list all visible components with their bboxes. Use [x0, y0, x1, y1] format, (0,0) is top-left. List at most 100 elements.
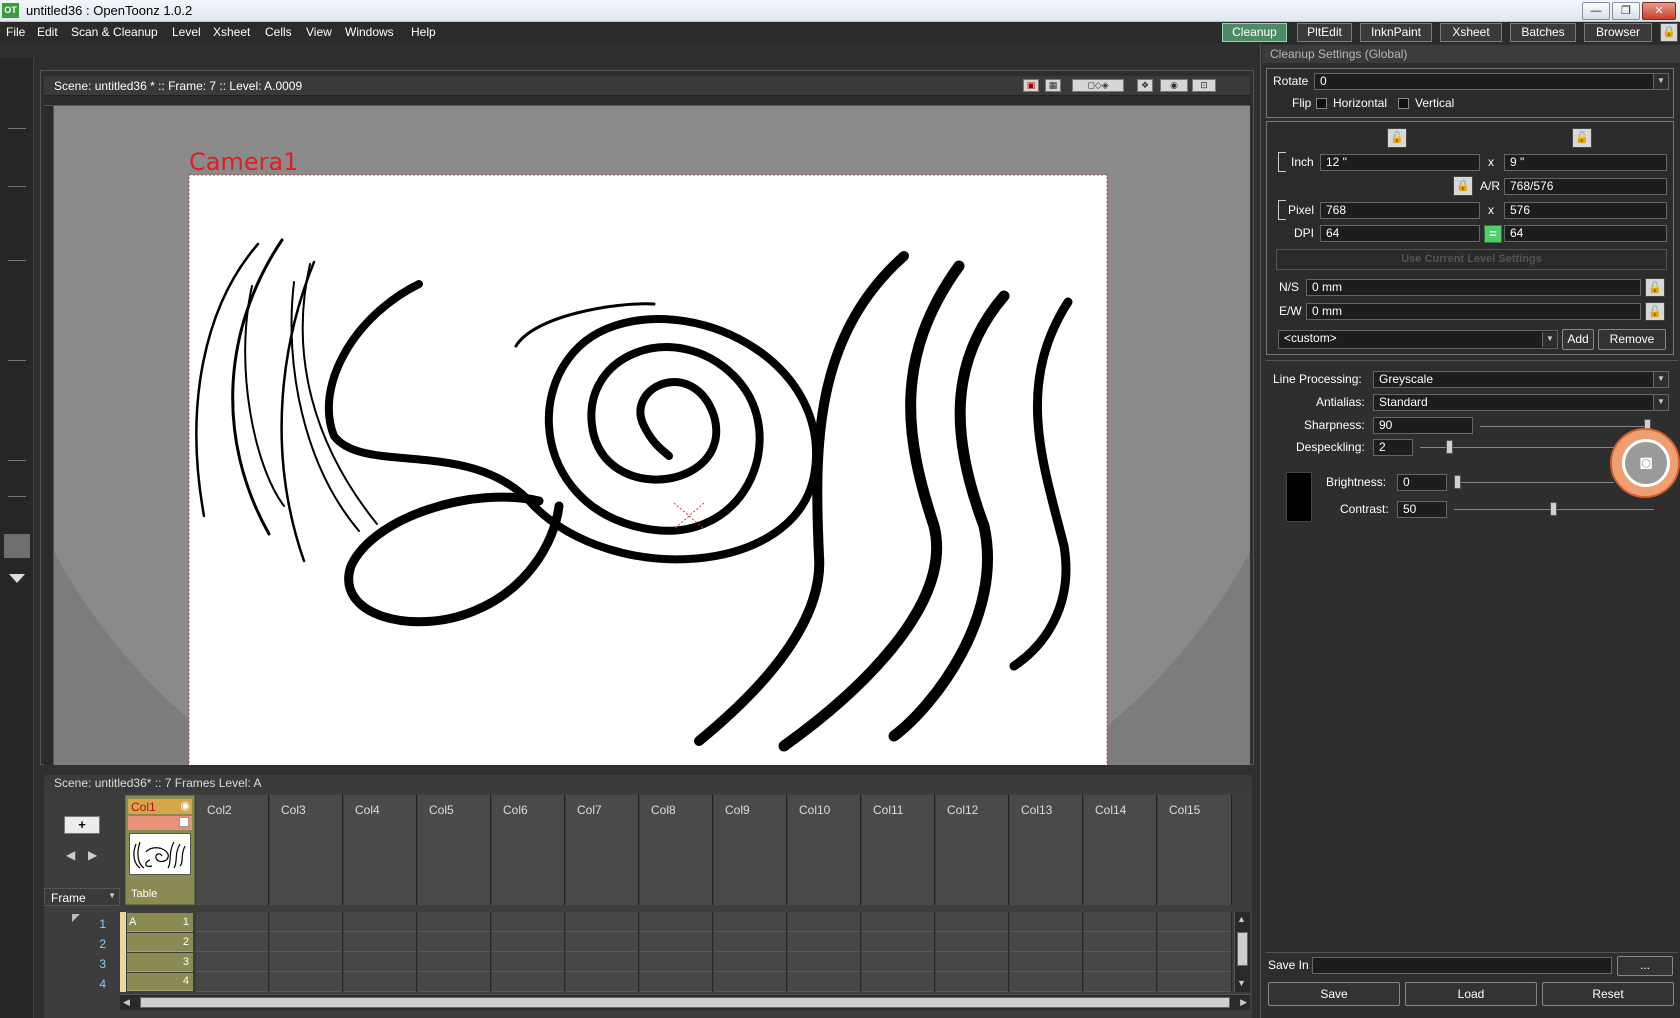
save-button[interactable]: Save — [1268, 982, 1400, 1006]
xsheet-column-cells[interactable] — [196, 912, 269, 992]
pixel-width-field[interactable]: 768 — [1320, 202, 1480, 219]
lock-icon[interactable]: 🔓 — [1645, 278, 1665, 297]
sub-camera-icon[interactable]: ⊡ — [1192, 79, 1216, 92]
dpi-y-field[interactable]: 64 — [1504, 225, 1667, 242]
inch-height-field[interactable]: 9 " — [1504, 154, 1667, 171]
column-header-col5[interactable]: Col5 — [418, 795, 491, 905]
camera-view-icon[interactable]: ◻◇◈ — [1072, 79, 1124, 92]
dpi-x-field[interactable]: 64 — [1320, 225, 1480, 242]
xsheet-cell[interactable]: 2 — [127, 933, 193, 952]
menu-scan-cleanup[interactable]: Scan & Cleanup — [71, 25, 158, 39]
add-preset-button[interactable]: Add — [1562, 329, 1594, 350]
xsheet-horizontal-scrollbar[interactable]: ◀ ▶ — [120, 994, 1250, 1010]
field-guide-icon[interactable]: ▦ — [1045, 79, 1061, 92]
use-current-level-settings-button[interactable]: Use Current Level Settings — [1276, 249, 1667, 270]
column-header-col6[interactable]: Col6 — [492, 795, 565, 905]
room-tab-xsheet[interactable]: Xsheet — [1440, 23, 1502, 42]
preview-eye-icon[interactable]: ◉ — [180, 799, 190, 812]
room-tab-pltedit[interactable]: PltEdit — [1297, 23, 1352, 42]
xsheet-cell[interactable]: A1 — [127, 913, 193, 932]
despeckling-field[interactable]: 2 — [1373, 439, 1413, 456]
scroll-left-icon[interactable]: ◀ — [123, 997, 130, 1008]
brightness-slider-handle[interactable] — [1454, 475, 1461, 489]
brightness-slider-track[interactable] — [1454, 482, 1614, 483]
lock-icon[interactable]: 🔒 — [1453, 176, 1473, 196]
scroll-thumb[interactable] — [1237, 932, 1248, 966]
scroll-thumb[interactable] — [140, 997, 1230, 1008]
xsheet-column-cells[interactable] — [862, 912, 935, 992]
preview-eye-icon[interactable]: ◉ — [1160, 79, 1188, 92]
column-header-col11[interactable]: Col11 — [862, 795, 935, 905]
room-tab-browser[interactable]: Browser — [1584, 23, 1652, 42]
xsheet-column-cells[interactable] — [936, 912, 1009, 992]
antialias-select[interactable]: Standard ▼ — [1373, 394, 1669, 411]
column-header-col13[interactable]: Col13 — [1010, 795, 1083, 905]
new-column-button[interactable]: + — [64, 816, 100, 834]
row-number[interactable]: 2 — [86, 937, 106, 951]
despeckling-slider-handle[interactable] — [1446, 440, 1453, 454]
xsheet-column-cells[interactable] — [270, 912, 343, 992]
room-lock-icon[interactable]: 🔒 — [1660, 23, 1678, 42]
camstand-toggle[interactable] — [128, 816, 192, 830]
ew-offset-field[interactable]: 0 mm — [1306, 303, 1641, 320]
column-header-col1[interactable]: Col1 ◉ Table — [125, 795, 195, 905]
column-header-col2[interactable]: Col2 — [196, 795, 269, 905]
rotate-select[interactable]: 0 ▼ — [1314, 73, 1669, 90]
menu-xsheet[interactable]: Xsheet — [213, 25, 250, 39]
transparency-check-icon[interactable]: ❖ — [1137, 79, 1153, 92]
next-arrow-icon[interactable]: ▶ — [88, 848, 97, 862]
tool-button[interactable] — [4, 534, 30, 558]
safe-area-icon[interactable]: ▣ — [1023, 79, 1039, 92]
contrast-field[interactable]: 50 — [1397, 501, 1447, 518]
lock-icon[interactable]: 🔓 — [1387, 128, 1407, 148]
menu-help[interactable]: Help — [411, 25, 436, 39]
lock-icon[interactable]: 🔓 — [1645, 302, 1665, 321]
room-tab-cleanup[interactable]: Cleanup — [1222, 23, 1287, 42]
row-number[interactable]: 1 — [86, 917, 106, 931]
xsheet-column-cells[interactable] — [344, 912, 417, 992]
brightness-field[interactable]: 0 — [1397, 474, 1447, 491]
scroll-down-icon[interactable]: ▼ — [1237, 978, 1246, 988]
maximize-button[interactable]: ❐ — [1612, 2, 1640, 20]
cell-drag-bar[interactable] — [120, 912, 126, 992]
chevron-down-icon[interactable] — [9, 574, 25, 583]
remove-preset-button[interactable]: Remove — [1598, 329, 1666, 350]
close-button[interactable]: ✕ — [1642, 2, 1676, 20]
menu-windows[interactable]: Windows — [345, 25, 394, 39]
xsheet-column-cells[interactable] — [418, 912, 491, 992]
column-header-col14[interactable]: Col14 — [1084, 795, 1157, 905]
xsheet-cell[interactable]: 4 — [127, 973, 193, 991]
sharpness-slider-track[interactable] — [1480, 426, 1650, 427]
frame-zoom-selector[interactable]: Frame ▼ — [44, 888, 120, 906]
sharpness-field[interactable]: 90 — [1373, 417, 1473, 434]
scroll-right-icon[interactable]: ▶ — [1240, 997, 1247, 1008]
column-header-col7[interactable]: Col7 — [566, 795, 639, 905]
column-header-col3[interactable]: Col3 — [270, 795, 343, 905]
menu-level[interactable]: Level — [172, 25, 201, 39]
save-in-path-field[interactable] — [1312, 957, 1612, 974]
column-header-col8[interactable]: Col8 — [640, 795, 713, 905]
line-processing-select[interactable]: Greyscale ▼ — [1373, 371, 1669, 388]
xsheet-cell[interactable]: 3 — [127, 953, 193, 972]
xsheet-column-cells[interactable] — [788, 912, 861, 992]
column-header-col15[interactable]: Col15 — [1158, 795, 1232, 905]
xsheet-column-cells[interactable] — [714, 912, 787, 992]
column-header-col4[interactable]: Col4 — [344, 795, 417, 905]
lock-icon[interactable]: 🔓 — [1572, 128, 1592, 148]
current-frame-marker-icon[interactable] — [72, 914, 80, 922]
minimize-button[interactable]: — — [1582, 2, 1610, 20]
reset-button[interactable]: Reset — [1542, 982, 1674, 1006]
flip-horizontal-checkbox[interactable] — [1316, 98, 1327, 109]
room-tab-inknpaint[interactable]: InknPaint — [1360, 23, 1432, 42]
aspect-ratio-field[interactable]: 768/576 — [1504, 178, 1667, 195]
xsheet-column-cells[interactable] — [492, 912, 565, 992]
scroll-up-icon[interactable]: ▲ — [1237, 914, 1246, 924]
prev-arrow-icon[interactable]: ◀ — [66, 848, 75, 862]
column-header-col9[interactable]: Col9 — [714, 795, 787, 905]
menu-file[interactable]: File — [6, 25, 25, 39]
menu-view[interactable]: View — [306, 25, 332, 39]
menu-cells[interactable]: Cells — [265, 25, 292, 39]
camera-preset-select[interactable]: <custom> ▼ — [1278, 330, 1558, 349]
contrast-slider-handle[interactable] — [1550, 502, 1557, 516]
xsheet-column-cells[interactable] — [1084, 912, 1157, 992]
